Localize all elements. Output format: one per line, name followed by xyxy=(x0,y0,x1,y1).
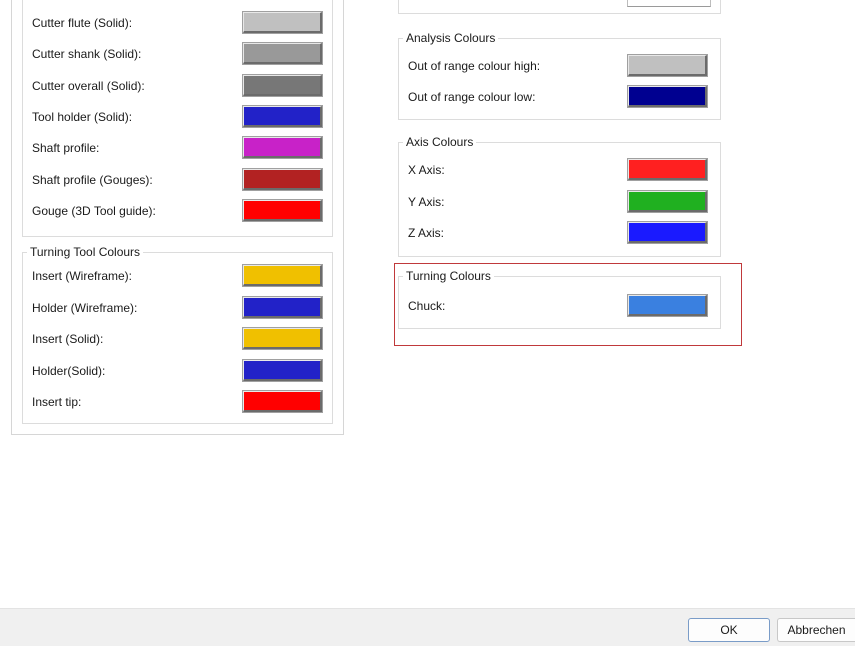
cutter-flute-solid-label: Cutter flute (Solid): xyxy=(32,16,133,30)
insert-wireframe-colour-swatch[interactable] xyxy=(242,264,323,287)
holder-solid-label: Holder(Solid): xyxy=(32,363,106,378)
insert-tip-label: Insert tip: xyxy=(32,395,82,409)
insert-tip-colour-swatch[interactable] xyxy=(242,390,323,413)
chuck-colour-swatch[interactable] xyxy=(627,294,708,317)
group-title: Axis Colours xyxy=(403,135,477,149)
tool-holder-solid-colour-swatch[interactable] xyxy=(242,104,323,128)
shaft-profile-colour-swatch[interactable] xyxy=(242,136,323,160)
analysis-colours-group: Analysis Colours xyxy=(398,31,721,120)
shaft-profile-gouges-colour-swatch[interactable] xyxy=(242,167,323,191)
y-axis-label: Y Axis: xyxy=(408,194,445,209)
y-axis-colour-swatch[interactable] xyxy=(627,189,708,213)
z-axis-colour-swatch[interactable] xyxy=(627,221,708,244)
tool-holder-solid-label: Tool holder (Solid): xyxy=(32,109,133,124)
ok-button[interactable]: OK xyxy=(688,618,770,642)
group-title: Turning Colours xyxy=(403,269,494,283)
top-partial-swatch[interactable] xyxy=(627,0,711,7)
cutter-shank-solid-colour-swatch[interactable] xyxy=(242,42,323,66)
cutter-overall-solid-colour-swatch[interactable] xyxy=(242,73,323,97)
out-of-range-colour-low-colour-swatch[interactable] xyxy=(627,85,708,108)
x-axis-label: X Axis: xyxy=(408,163,445,177)
holder-solid-colour-swatch[interactable] xyxy=(242,358,323,382)
insert-wireframe-label: Insert (Wireframe): xyxy=(32,269,133,283)
x-axis-colour-swatch[interactable] xyxy=(627,158,708,181)
cutter-overall-solid-label: Cutter overall (Solid): xyxy=(32,78,145,93)
gouge-3d-tool-guide-label: Gouge (3D Tool guide): xyxy=(32,203,156,218)
shaft-profile-gouges-label: Shaft profile (Gouges): xyxy=(32,172,153,187)
gouge-3d-tool-guide-colour-swatch[interactable] xyxy=(242,198,323,222)
insert-solid-label: Insert (Solid): xyxy=(32,332,104,346)
chuck-label: Chuck: xyxy=(408,299,446,313)
cutter-flute-solid-colour-swatch[interactable] xyxy=(242,11,323,34)
holder-wireframe-label: Holder (Wireframe): xyxy=(32,300,138,315)
group-title: Turning Tool Colours xyxy=(27,245,144,259)
insert-solid-colour-swatch[interactable] xyxy=(242,327,323,350)
cancel-button[interactable]: Abbrechen xyxy=(777,618,855,642)
shaft-profile-label: Shaft profile: xyxy=(32,141,100,156)
z-axis-label: Z Axis: xyxy=(408,226,445,240)
holder-wireframe-colour-swatch[interactable] xyxy=(242,295,323,319)
out-of-range-colour-low-label: Out of range colour low: xyxy=(408,90,536,104)
out-of-range-colour-high-colour-swatch[interactable] xyxy=(627,54,708,77)
out-of-range-colour-high-label: Out of range colour high: xyxy=(408,59,541,73)
cutter-shank-solid-label: Cutter shank (Solid): xyxy=(32,47,142,62)
group-title: Analysis Colours xyxy=(403,31,499,45)
